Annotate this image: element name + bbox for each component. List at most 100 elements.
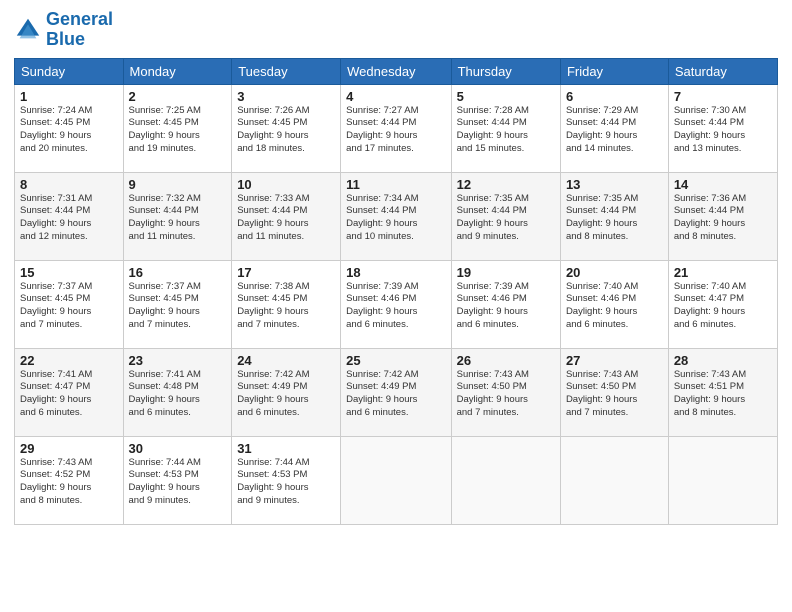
calendar-week-row: 8Sunrise: 7:31 AM Sunset: 4:44 PM Daylig… (15, 172, 778, 260)
day-info: Sunrise: 7:27 AM Sunset: 4:44 PM Dayligh… (346, 105, 445, 156)
calendar-cell: 6Sunrise: 7:29 AM Sunset: 4:44 PM Daylig… (560, 84, 668, 172)
weekday-header-cell: Thursday (451, 58, 560, 84)
calendar-cell: 24Sunrise: 7:42 AM Sunset: 4:49 PM Dayli… (232, 348, 341, 436)
day-number: 5 (457, 89, 555, 104)
day-number: 14 (674, 177, 772, 192)
calendar-cell: 13Sunrise: 7:35 AM Sunset: 4:44 PM Dayli… (560, 172, 668, 260)
day-info: Sunrise: 7:35 AM Sunset: 4:44 PM Dayligh… (457, 193, 555, 244)
day-number: 12 (457, 177, 555, 192)
weekday-header-cell: Friday (560, 58, 668, 84)
page-container: General Blue SundayMondayTuesdayWednesda… (0, 0, 792, 535)
weekday-header-cell: Monday (123, 58, 232, 84)
calendar-week-row: 22Sunrise: 7:41 AM Sunset: 4:47 PM Dayli… (15, 348, 778, 436)
day-info: Sunrise: 7:34 AM Sunset: 4:44 PM Dayligh… (346, 193, 445, 244)
day-number: 21 (674, 265, 772, 280)
calendar-cell (560, 436, 668, 524)
day-info: Sunrise: 7:37 AM Sunset: 4:45 PM Dayligh… (129, 281, 227, 332)
calendar-cell: 3Sunrise: 7:26 AM Sunset: 4:45 PM Daylig… (232, 84, 341, 172)
calendar-cell: 14Sunrise: 7:36 AM Sunset: 4:44 PM Dayli… (668, 172, 777, 260)
day-number: 15 (20, 265, 118, 280)
day-info: Sunrise: 7:37 AM Sunset: 4:45 PM Dayligh… (20, 281, 118, 332)
calendar-cell: 21Sunrise: 7:40 AM Sunset: 4:47 PM Dayli… (668, 260, 777, 348)
day-number: 20 (566, 265, 663, 280)
calendar-table: SundayMondayTuesdayWednesdayThursdayFrid… (14, 58, 778, 525)
day-number: 13 (566, 177, 663, 192)
day-info: Sunrise: 7:26 AM Sunset: 4:45 PM Dayligh… (237, 105, 335, 156)
day-info: Sunrise: 7:25 AM Sunset: 4:45 PM Dayligh… (129, 105, 227, 156)
day-number: 1 (20, 89, 118, 104)
day-number: 23 (129, 353, 227, 368)
calendar-week-row: 15Sunrise: 7:37 AM Sunset: 4:45 PM Dayli… (15, 260, 778, 348)
calendar-cell: 8Sunrise: 7:31 AM Sunset: 4:44 PM Daylig… (15, 172, 124, 260)
calendar-cell: 4Sunrise: 7:27 AM Sunset: 4:44 PM Daylig… (341, 84, 451, 172)
day-info: Sunrise: 7:40 AM Sunset: 4:46 PM Dayligh… (566, 281, 663, 332)
day-number: 17 (237, 265, 335, 280)
day-number: 27 (566, 353, 663, 368)
calendar-week-row: 1Sunrise: 7:24 AM Sunset: 4:45 PM Daylig… (15, 84, 778, 172)
day-number: 9 (129, 177, 227, 192)
day-number: 8 (20, 177, 118, 192)
day-info: Sunrise: 7:42 AM Sunset: 4:49 PM Dayligh… (346, 369, 445, 420)
day-number: 22 (20, 353, 118, 368)
calendar-cell: 22Sunrise: 7:41 AM Sunset: 4:47 PM Dayli… (15, 348, 124, 436)
calendar-cell (341, 436, 451, 524)
weekday-header-cell: Sunday (15, 58, 124, 84)
day-number: 11 (346, 177, 445, 192)
calendar-cell: 11Sunrise: 7:34 AM Sunset: 4:44 PM Dayli… (341, 172, 451, 260)
calendar-cell: 1Sunrise: 7:24 AM Sunset: 4:45 PM Daylig… (15, 84, 124, 172)
weekday-header-cell: Wednesday (341, 58, 451, 84)
day-info: Sunrise: 7:41 AM Sunset: 4:48 PM Dayligh… (129, 369, 227, 420)
day-info: Sunrise: 7:39 AM Sunset: 4:46 PM Dayligh… (346, 281, 445, 332)
day-info: Sunrise: 7:43 AM Sunset: 4:50 PM Dayligh… (457, 369, 555, 420)
calendar-week-row: 29Sunrise: 7:43 AM Sunset: 4:52 PM Dayli… (15, 436, 778, 524)
calendar-cell: 17Sunrise: 7:38 AM Sunset: 4:45 PM Dayli… (232, 260, 341, 348)
calendar-cell: 7Sunrise: 7:30 AM Sunset: 4:44 PM Daylig… (668, 84, 777, 172)
day-info: Sunrise: 7:29 AM Sunset: 4:44 PM Dayligh… (566, 105, 663, 156)
day-info: Sunrise: 7:30 AM Sunset: 4:44 PM Dayligh… (674, 105, 772, 156)
day-number: 7 (674, 89, 772, 104)
day-number: 28 (674, 353, 772, 368)
day-number: 4 (346, 89, 445, 104)
logo: General Blue (14, 10, 113, 50)
calendar-cell: 30Sunrise: 7:44 AM Sunset: 4:53 PM Dayli… (123, 436, 232, 524)
calendar-cell: 2Sunrise: 7:25 AM Sunset: 4:45 PM Daylig… (123, 84, 232, 172)
day-number: 19 (457, 265, 555, 280)
calendar-cell (451, 436, 560, 524)
calendar-cell: 26Sunrise: 7:43 AM Sunset: 4:50 PM Dayli… (451, 348, 560, 436)
calendar-cell (668, 436, 777, 524)
day-number: 25 (346, 353, 445, 368)
day-info: Sunrise: 7:44 AM Sunset: 4:53 PM Dayligh… (129, 457, 227, 508)
day-info: Sunrise: 7:44 AM Sunset: 4:53 PM Dayligh… (237, 457, 335, 508)
weekday-header-row: SundayMondayTuesdayWednesdayThursdayFrid… (15, 58, 778, 84)
day-number: 3 (237, 89, 335, 104)
calendar-cell: 27Sunrise: 7:43 AM Sunset: 4:50 PM Dayli… (560, 348, 668, 436)
day-info: Sunrise: 7:28 AM Sunset: 4:44 PM Dayligh… (457, 105, 555, 156)
day-info: Sunrise: 7:40 AM Sunset: 4:47 PM Dayligh… (674, 281, 772, 332)
day-info: Sunrise: 7:43 AM Sunset: 4:51 PM Dayligh… (674, 369, 772, 420)
day-number: 24 (237, 353, 335, 368)
calendar-cell: 20Sunrise: 7:40 AM Sunset: 4:46 PM Dayli… (560, 260, 668, 348)
day-info: Sunrise: 7:32 AM Sunset: 4:44 PM Dayligh… (129, 193, 227, 244)
calendar-cell: 15Sunrise: 7:37 AM Sunset: 4:45 PM Dayli… (15, 260, 124, 348)
weekday-header-cell: Tuesday (232, 58, 341, 84)
day-info: Sunrise: 7:38 AM Sunset: 4:45 PM Dayligh… (237, 281, 335, 332)
day-number: 18 (346, 265, 445, 280)
calendar-cell: 10Sunrise: 7:33 AM Sunset: 4:44 PM Dayli… (232, 172, 341, 260)
calendar-cell: 28Sunrise: 7:43 AM Sunset: 4:51 PM Dayli… (668, 348, 777, 436)
day-info: Sunrise: 7:33 AM Sunset: 4:44 PM Dayligh… (237, 193, 335, 244)
day-number: 26 (457, 353, 555, 368)
day-info: Sunrise: 7:24 AM Sunset: 4:45 PM Dayligh… (20, 105, 118, 156)
day-number: 30 (129, 441, 227, 456)
calendar-cell: 19Sunrise: 7:39 AM Sunset: 4:46 PM Dayli… (451, 260, 560, 348)
day-number: 6 (566, 89, 663, 104)
calendar-cell: 16Sunrise: 7:37 AM Sunset: 4:45 PM Dayli… (123, 260, 232, 348)
logo-icon (14, 16, 42, 44)
day-info: Sunrise: 7:31 AM Sunset: 4:44 PM Dayligh… (20, 193, 118, 244)
calendar-cell: 23Sunrise: 7:41 AM Sunset: 4:48 PM Dayli… (123, 348, 232, 436)
day-info: Sunrise: 7:41 AM Sunset: 4:47 PM Dayligh… (20, 369, 118, 420)
day-info: Sunrise: 7:39 AM Sunset: 4:46 PM Dayligh… (457, 281, 555, 332)
day-number: 16 (129, 265, 227, 280)
day-info: Sunrise: 7:36 AM Sunset: 4:44 PM Dayligh… (674, 193, 772, 244)
day-number: 2 (129, 89, 227, 104)
calendar-cell: 25Sunrise: 7:42 AM Sunset: 4:49 PM Dayli… (341, 348, 451, 436)
